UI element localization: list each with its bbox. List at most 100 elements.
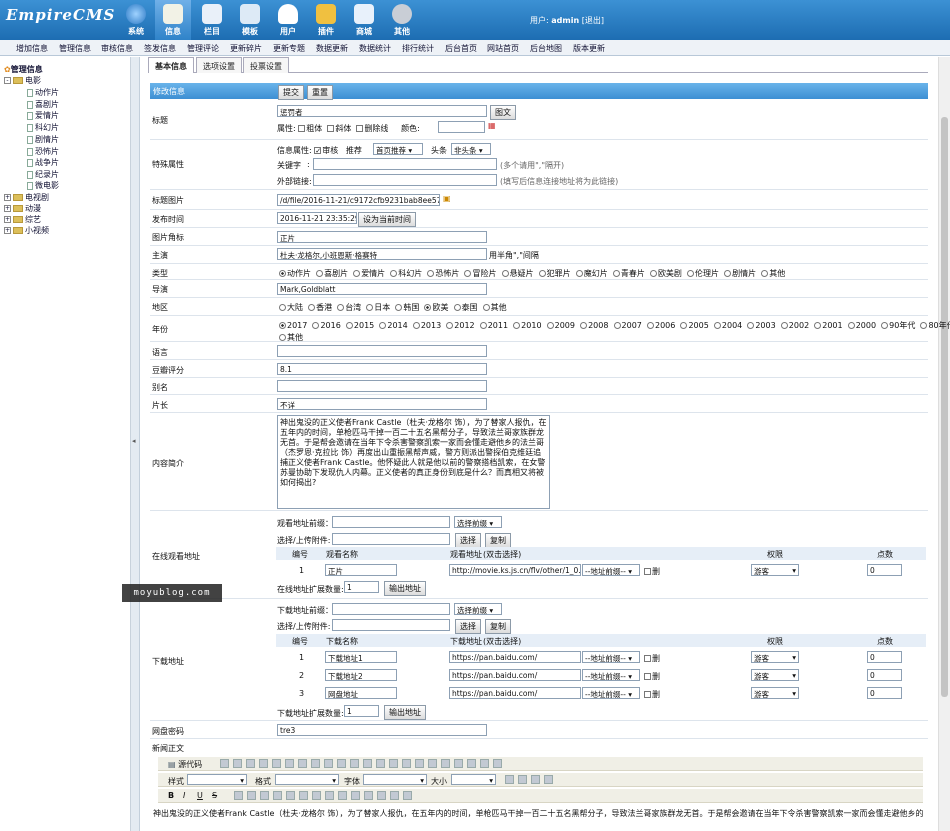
headline-select[interactable]: 非头条 ▾: [451, 143, 491, 155]
expand-icon[interactable]: +: [4, 227, 11, 234]
tab-basic-info[interactable]: 基本信息: [148, 57, 194, 73]
recommend-select[interactable]: 首页推荐 ▾: [373, 143, 423, 155]
block-icon[interactable]: [377, 791, 386, 800]
down-perm-select[interactable]: 游客 ▾: [751, 687, 799, 699]
year-option[interactable]: 2010: [513, 321, 542, 330]
menu-add-info[interactable]: 增加信息: [16, 43, 48, 54]
undo-icon[interactable]: [311, 759, 320, 768]
tree-item[interactable]: 微电影: [27, 180, 59, 191]
tree-item[interactable]: 科幻片: [27, 122, 59, 133]
preview-icon[interactable]: [233, 759, 242, 768]
menu-rank-stats[interactable]: 排行统计: [402, 43, 434, 54]
down-perm-select[interactable]: 游客 ▾: [751, 669, 799, 681]
cut-icon[interactable]: [246, 759, 255, 768]
tree-item[interactable]: 剧情片: [27, 134, 59, 145]
hr-icon[interactable]: [325, 791, 334, 800]
reset-button[interactable]: 重置: [307, 85, 333, 100]
eraser-icon[interactable]: [389, 759, 398, 768]
type-option[interactable]: 犯罪片: [538, 269, 571, 278]
down-url-input[interactable]: https://pan.baidu.com/: [449, 651, 581, 663]
year-option[interactable]: 90年代: [881, 321, 915, 330]
flash-icon[interactable]: [234, 791, 243, 800]
type-option[interactable]: 青春片: [612, 269, 645, 278]
ordered-list-icon[interactable]: [480, 759, 489, 768]
submit-button[interactable]: 提交: [278, 85, 304, 100]
bg-color-icon[interactable]: [518, 775, 527, 784]
copy-icon[interactable]: [259, 759, 268, 768]
region-option[interactable]: 大陆: [279, 303, 303, 312]
type-option[interactable]: 伦理片: [687, 269, 719, 278]
justify-icon[interactable]: [441, 759, 450, 768]
outlink-input[interactable]: [313, 174, 497, 186]
anchor-icon[interactable]: [273, 791, 282, 800]
play-delete-checkbox[interactable]: 删: [644, 566, 660, 577]
menu-update-topic[interactable]: 更新专题: [273, 43, 305, 54]
nav-column[interactable]: 栏目: [194, 0, 230, 40]
region-option[interactable]: 泰国: [453, 303, 478, 312]
nav-user[interactable]: 用户: [270, 0, 306, 40]
editor-source-button[interactable]: ▤ 源代码: [168, 759, 202, 770]
logout-link[interactable]: [退出]: [582, 16, 604, 25]
year-option[interactable]: 2007: [613, 321, 642, 330]
type-option[interactable]: 恐怖片: [427, 269, 459, 278]
region-option[interactable]: 日本: [366, 303, 390, 312]
down-url-input[interactable]: https://pan.baidu.com/: [449, 669, 581, 681]
type-option[interactable]: 喜剧片: [316, 269, 348, 278]
type-option[interactable]: 其他: [761, 269, 785, 278]
down-perm-select[interactable]: 游客 ▾: [751, 651, 799, 663]
expand-icon[interactable]: +: [4, 194, 11, 201]
down-output-button[interactable]: 输出地址: [384, 705, 426, 720]
time-input[interactable]: 2016-11-21 23:35:29: [277, 212, 357, 224]
tree-item[interactable]: 纪录片: [27, 169, 59, 180]
paste-icon[interactable]: [272, 759, 281, 768]
template-icon[interactable]: [403, 791, 412, 800]
page-break-icon[interactable]: [338, 791, 347, 800]
type-option[interactable]: 冒险片: [464, 269, 496, 278]
down-delete-checkbox[interactable]: 删: [644, 653, 660, 664]
editor-body[interactable]: 神出鬼没的正义使者Frank Castle（杜夫·龙格尔 饰），为了替家人报仇，…: [153, 808, 923, 819]
file-icon[interactable]: [364, 791, 373, 800]
keyword-input[interactable]: [313, 158, 497, 170]
color-picker-icon[interactable]: ▦: [488, 121, 496, 130]
paste-text-icon[interactable]: [285, 759, 294, 768]
scrollbar-thumb[interactable]: [941, 117, 948, 697]
year-option[interactable]: 2015: [345, 321, 374, 330]
rating-input[interactable]: 8.1: [277, 363, 487, 375]
smiley-icon[interactable]: [312, 791, 321, 800]
outdent-icon[interactable]: [454, 759, 463, 768]
year-option[interactable]: 2017: [279, 321, 307, 330]
tree-tv[interactable]: + 电视剧: [4, 192, 49, 203]
tree-item[interactable]: 动作片: [27, 87, 59, 98]
down-ext-input[interactable]: 1: [344, 705, 379, 717]
type-option[interactable]: 魔幻片: [575, 269, 608, 278]
year-option[interactable]: 2014: [379, 321, 408, 330]
format-select[interactable]: ▾: [275, 774, 339, 785]
strike-icon[interactable]: S: [212, 791, 217, 800]
bold-icon[interactable]: B: [168, 791, 174, 800]
down-url-prefix-select[interactable]: --地址前缀-- ▾: [582, 669, 640, 681]
nav-info[interactable]: 信息: [155, 0, 191, 40]
type-option[interactable]: 动作片: [279, 269, 311, 278]
language-input[interactable]: [277, 345, 487, 357]
region-option[interactable]: 欧美: [424, 303, 448, 312]
replace-icon[interactable]: [350, 759, 359, 768]
play-upload-input[interactable]: [332, 533, 450, 545]
play-perm-select[interactable]: 游客 ▾: [751, 564, 799, 576]
titlepic-input[interactable]: /d/file/2016-11-21/c9172cfb9231bab8ee57f: [277, 194, 440, 206]
sidebar-splitter[interactable]: ◂: [131, 57, 140, 831]
play-prefix-select[interactable]: 选择前缀 ▾: [454, 516, 502, 528]
tree-shortvideo[interactable]: + 小视频: [4, 225, 49, 236]
type-option[interactable]: 剧情片: [724, 269, 756, 278]
region-option[interactable]: 台湾: [337, 303, 361, 312]
year-option[interactable]: 2005: [680, 321, 709, 330]
link-icon[interactable]: [247, 791, 256, 800]
year-option[interactable]: 2009: [546, 321, 575, 330]
nav-shop[interactable]: 商城: [346, 0, 382, 40]
menu-audit-info[interactable]: 审核信息: [101, 43, 133, 54]
intro-textarea[interactable]: 神出鬼没的正义使者Frank Castle（杜夫·龙格尔 饰），为了替家人报仇，…: [277, 415, 550, 509]
year-option[interactable]: 2012: [446, 321, 475, 330]
pan-password-input[interactable]: tre3: [277, 724, 487, 736]
image-icon[interactable]: [286, 791, 295, 800]
nav-system[interactable]: 系统: [118, 0, 154, 40]
menu-version-update[interactable]: 版本更新: [573, 43, 605, 54]
